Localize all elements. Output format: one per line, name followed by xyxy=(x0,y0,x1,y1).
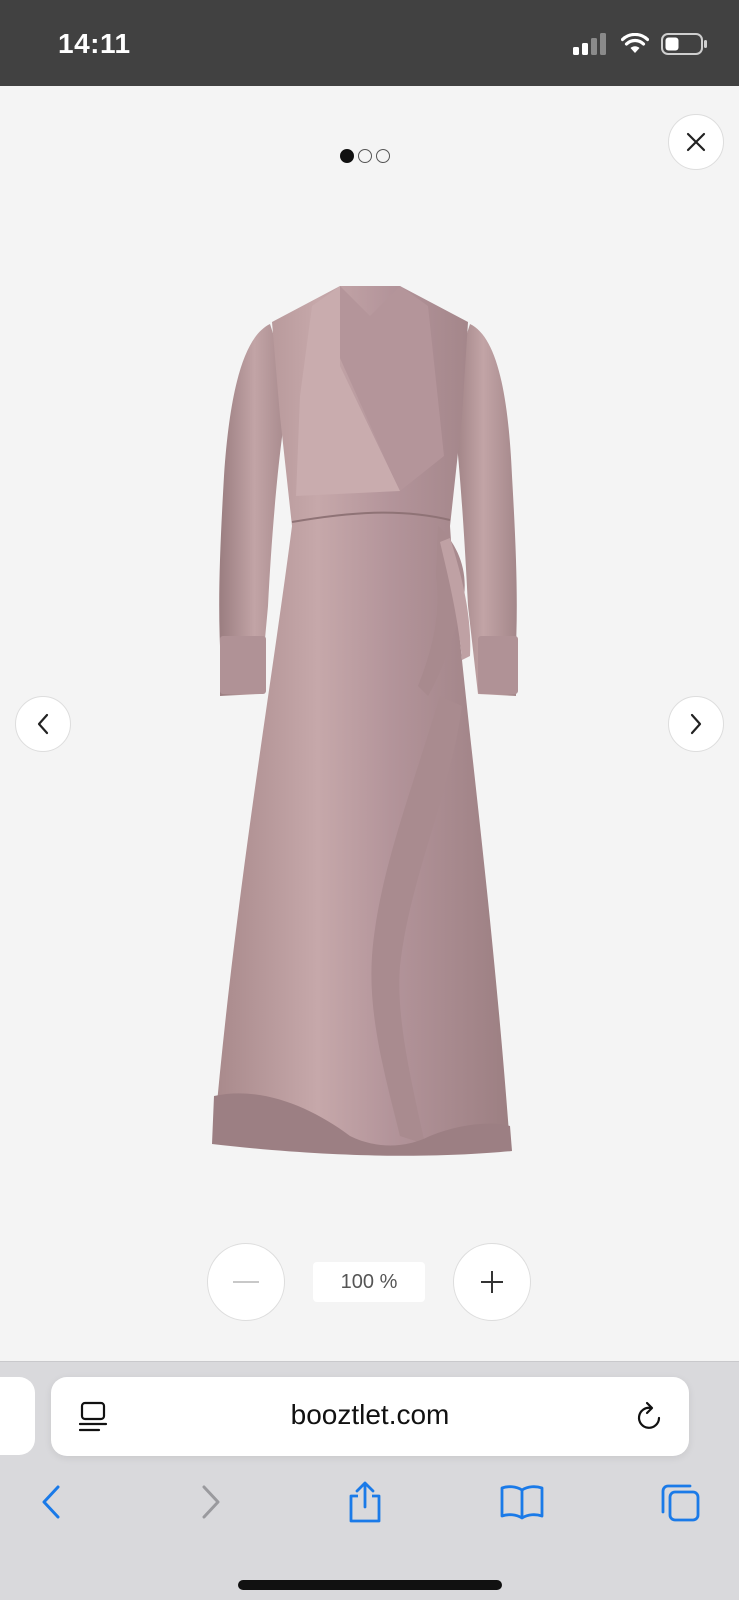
tabs-icon xyxy=(661,1484,700,1522)
chevron-left-icon xyxy=(37,713,49,735)
zoom-level-label: 100 % xyxy=(313,1262,425,1302)
home-indicator xyxy=(238,1580,502,1590)
back-button[interactable] xyxy=(26,1477,76,1527)
next-image-button[interactable] xyxy=(668,696,724,752)
tabs-button[interactable] xyxy=(655,1477,705,1527)
close-button[interactable] xyxy=(668,114,724,170)
chevron-left-icon xyxy=(42,1485,60,1519)
pagination-dot[interactable] xyxy=(376,149,390,163)
pagination-dot[interactable] xyxy=(358,149,372,163)
battery-icon xyxy=(661,33,707,55)
product-image[interactable] xyxy=(200,276,540,1176)
browser-chrome: booztlet.com xyxy=(0,1361,739,1600)
bookmarks-button[interactable] xyxy=(497,1477,547,1527)
reload-icon[interactable] xyxy=(635,1401,665,1433)
status-icons xyxy=(573,32,709,56)
share-icon xyxy=(349,1481,381,1523)
chevron-right-icon xyxy=(202,1485,220,1519)
pagination-dots xyxy=(340,149,390,163)
previous-tab-preview[interactable] xyxy=(0,1377,35,1455)
status-time: 14:11 xyxy=(58,28,131,59)
close-icon xyxy=(686,132,706,152)
image-viewer: 100 % xyxy=(0,86,739,1361)
pagination-dot-active[interactable] xyxy=(340,149,354,163)
address-bar[interactable]: booztlet.com xyxy=(51,1377,689,1456)
zoom-out-button[interactable] xyxy=(207,1243,285,1321)
browser-toolbar xyxy=(0,1477,739,1537)
zoom-in-button[interactable] xyxy=(453,1243,531,1321)
wifi-icon xyxy=(621,33,649,53)
url-text[interactable]: booztlet.com xyxy=(51,1399,689,1431)
previous-image-button[interactable] xyxy=(15,696,71,752)
share-button[interactable] xyxy=(340,1477,390,1527)
forward-button[interactable] xyxy=(186,1477,236,1527)
book-icon xyxy=(500,1485,544,1520)
status-bar: 14:11 xyxy=(0,0,739,86)
chevron-right-icon xyxy=(690,713,702,735)
minus-icon xyxy=(233,1281,259,1283)
cellular-signal-icon xyxy=(573,33,606,55)
plus-icon xyxy=(481,1271,503,1293)
